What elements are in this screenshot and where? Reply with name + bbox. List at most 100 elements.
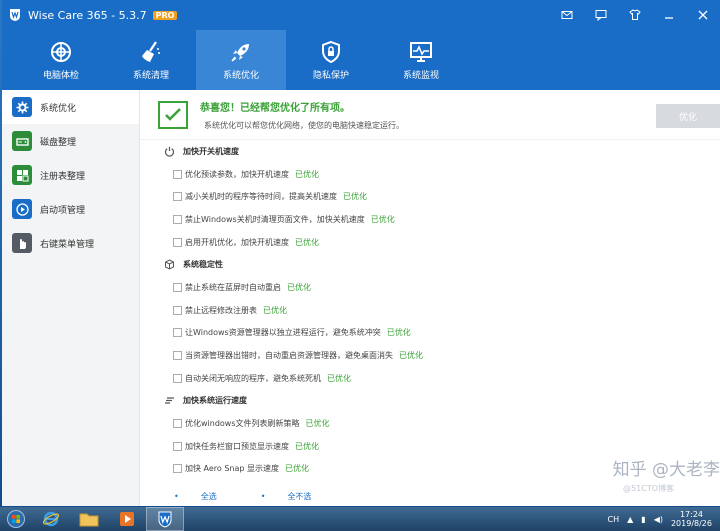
pro-badge: PRO — [152, 10, 178, 20]
option-row: 优化预读参数，加快开机速度 已优化 — [140, 163, 720, 186]
broom-icon — [142, 40, 160, 62]
status-label: 已优化 — [399, 350, 423, 360]
optimize-button[interactable]: 优化 — [656, 104, 720, 128]
option-row: 禁止远程修改注册表 已优化 — [140, 299, 720, 322]
option-checkbox[interactable] — [173, 237, 182, 247]
option-checkbox[interactable] — [173, 283, 182, 293]
sidebar-item-context-menu[interactable]: 右键菜单管理 — [2, 226, 139, 260]
clock[interactable]: 17:24 2019/8/26 — [671, 510, 712, 528]
watermark-sub: @51CTO博客 — [623, 484, 674, 493]
section-header-stability: 系统稳定性 — [140, 253, 720, 276]
sidebar-item-label: 右键菜单管理 — [40, 239, 95, 250]
close-icon — [698, 10, 708, 20]
clock-date: 2019/8/26 — [670, 519, 712, 528]
option-row: 当资源管理器出错时，自动重启资源管理器，避免桌面消失 已优化 — [140, 344, 720, 367]
taskbar-ie[interactable] — [32, 507, 70, 531]
power-icon — [164, 146, 175, 157]
taskbar-wisecare[interactable] — [146, 507, 184, 531]
nav-cleaner[interactable]: 系统清理 — [106, 30, 196, 90]
windows-start-icon — [7, 510, 25, 528]
taskbar-media[interactable] — [108, 507, 146, 531]
option-checkbox[interactable] — [173, 305, 182, 315]
status-banner: 恭喜您！已经帮您优化了所有项。 系统优化可以帮您优化网络，使您的电脑快速稳定运行… — [140, 90, 720, 140]
radar-icon — [51, 41, 71, 62]
option-row: 减小关机时的程序等待时间，提高关机速度 已优化 — [140, 186, 720, 209]
main-nav: 电脑体检 系统清理 系统优化 隐私保护 系统监视 — [2, 30, 720, 90]
title-bar: Wise Care 365 - 5.3.7 PRO — [2, 0, 720, 30]
option-checkbox[interactable] — [173, 350, 182, 360]
minimize-button[interactable] — [652, 0, 686, 30]
grid-icon — [12, 165, 32, 185]
option-checkbox[interactable] — [173, 169, 182, 179]
status-label: 已优化 — [285, 464, 310, 474]
wise-care-icon — [158, 511, 172, 528]
tray-arrow-icon[interactable]: ▲ — [627, 515, 633, 524]
sidebar-item-registry[interactable]: 注册表整理 — [2, 158, 139, 192]
option-row: 让Windows资源管理器以独立进程运行，避免系统冲突 已优化 — [140, 322, 720, 345]
app-logo-icon — [10, 9, 20, 21]
option-row: 禁止Windows关机时清理页面文件，加快关机速度 已优化 — [140, 208, 720, 231]
status-label: 已优化 — [287, 283, 311, 293]
option-checkbox[interactable] — [173, 464, 182, 474]
option-checkbox[interactable] — [173, 328, 182, 338]
nav-monitor[interactable]: 系统监视 — [376, 30, 466, 90]
feedback-button[interactable] — [584, 0, 618, 30]
play-icon — [12, 199, 32, 219]
select-none-link[interactable]: • 全不选 — [261, 491, 334, 502]
option-checkbox[interactable] — [173, 214, 182, 224]
mail-button[interactable] — [550, 0, 584, 30]
taskbar-explorer[interactable] — [70, 507, 108, 531]
option-label: 让Windows资源管理器以独立进程运行，避免系统冲突 — [185, 328, 381, 338]
folder-icon — [79, 513, 99, 527]
sidebar-item-label: 启动项管理 — [40, 205, 86, 216]
nav-optimize[interactable]: 系统优化 — [196, 30, 286, 90]
rocket-icon — [231, 43, 249, 62]
watermark: 知乎 @大老李 — [612, 460, 720, 480]
option-row: 优化windows文件列表刷新策略 已优化 — [140, 412, 720, 435]
option-label: 当资源管理器出错时，自动重启资源管理器，避免桌面消失 — [185, 350, 393, 360]
volume-icon[interactable]: ◀) — [654, 515, 663, 524]
section-title: 加快开关机速度 — [183, 147, 239, 156]
option-label: 加快 Aero Snap 显示速度 — [185, 464, 280, 474]
start-button[interactable] — [0, 507, 32, 531]
status-label: 已优化 — [305, 419, 330, 429]
option-label: 禁止远程修改注册表 — [185, 305, 257, 315]
select-all-link[interactable]: • 全选 — [174, 491, 239, 502]
sidebar-item-disk-defrag[interactable]: 磁盘整理 — [2, 124, 139, 158]
speed-icon — [165, 397, 174, 404]
option-checkbox[interactable] — [173, 192, 182, 202]
hand-icon — [12, 233, 32, 253]
taskbar: CH ▲ ▮ ◀) 17:24 2019/8/26 — [0, 507, 720, 531]
nav-privacy[interactable]: 隐私保护 — [286, 30, 376, 90]
option-checkbox[interactable] — [173, 373, 182, 383]
nav-label: 系统清理 — [132, 70, 169, 81]
content-panel: 恭喜您！已经帮您优化了所有项。 系统优化可以帮您优化网络，使您的电脑快速稳定运行… — [140, 90, 720, 506]
status-label: 已优化 — [295, 237, 319, 247]
option-row: 禁止系统在蓝屏时自动重启 已优化 — [140, 276, 720, 299]
nav-checkup[interactable]: 电脑体检 — [16, 30, 106, 90]
sidebar-item-system-optimize[interactable]: 系统优化 — [2, 90, 139, 124]
option-label: 优化windows文件列表刷新策略 — [185, 419, 300, 429]
sidebar-item-startup[interactable]: 启动项管理 — [2, 192, 139, 226]
language-indicator[interactable]: CH — [608, 515, 620, 524]
disk-icon — [12, 131, 32, 151]
gear-icon — [12, 97, 32, 117]
monitor-pulse-icon — [410, 41, 432, 62]
skin-button[interactable] — [618, 0, 652, 30]
system-tray: CH ▲ ▮ ◀) 17:24 2019/8/26 — [600, 510, 720, 528]
option-checkbox[interactable] — [173, 419, 182, 429]
close-button[interactable] — [686, 0, 720, 30]
nav-label: 电脑体检 — [42, 70, 79, 81]
nav-label: 系统监视 — [402, 70, 439, 81]
section-title: 系统稳定性 — [183, 260, 223, 270]
nav-label: 系统优化 — [222, 70, 259, 81]
status-label: 已优化 — [295, 441, 319, 451]
selection-links: • 全选 • 全不选 — [174, 491, 355, 502]
option-label: 加快任务栏窗口预览显示速度 — [185, 441, 289, 451]
network-icon[interactable]: ▮ — [641, 515, 645, 524]
sidebar-item-label: 注册表整理 — [40, 171, 86, 182]
option-row: 自动关闭无响应的程序，避免系统死机 已优化 — [140, 367, 720, 390]
option-checkbox[interactable] — [173, 441, 182, 451]
shirt-icon — [629, 9, 641, 20]
option-label: 优化预读参数，加快开机速度 — [185, 169, 289, 179]
